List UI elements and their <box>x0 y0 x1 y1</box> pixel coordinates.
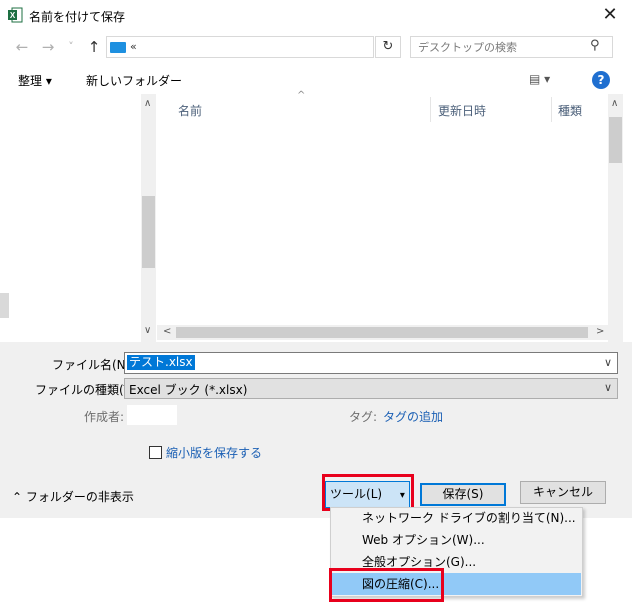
address-bar[interactable] <box>106 36 374 58</box>
column-divider[interactable] <box>430 97 431 122</box>
menu-item-web-options[interactable]: Web オプション(W)... <box>332 529 581 551</box>
cancel-button[interactable]: キャンセル <box>520 481 606 504</box>
column-header-name[interactable]: 名前 <box>178 102 202 119</box>
tags-add-link[interactable]: タグの追加 <box>383 408 443 425</box>
column-header-modified[interactable]: 更新日時 <box>438 102 486 119</box>
sort-indicator-icon: ^ <box>297 90 306 101</box>
svg-text:X: X <box>10 11 16 20</box>
filename-value[interactable]: テスト.xlsx <box>127 355 195 370</box>
thumbnail-checkbox[interactable] <box>149 446 162 459</box>
filename-label: ファイル名(N): <box>52 358 135 372</box>
scroll-up-icon[interactable]: ∧ <box>611 98 618 109</box>
search-placeholder: デスクトップの検索 <box>418 41 517 54</box>
file-list[interactable] <box>157 94 608 342</box>
filetype-dropdown-icon[interactable]: ∨ <box>604 381 612 394</box>
author-label: 作成者: <box>84 410 125 424</box>
refresh-icon[interactable]: ↻ <box>375 36 401 58</box>
forward-arrow-icon[interactable]: → <box>40 38 56 56</box>
menu-item-label: ネットワーク ドライブの割り当て(N)... <box>362 511 576 525</box>
address-text: « <box>130 40 137 53</box>
search-icon[interactable]: ⚲ <box>590 38 600 53</box>
title-bar: X 名前を付けて保存 ✕ <box>0 0 632 32</box>
new-folder-button[interactable]: 新しいフォルダー <box>86 72 182 89</box>
help-icon[interactable]: ? <box>592 71 610 89</box>
tags-label: タグ: <box>349 410 378 424</box>
filename-input[interactable] <box>124 352 618 374</box>
menu-item-label: Web オプション(W)... <box>362 533 485 547</box>
filetype-value: Excel ブック (*.xlsx) <box>129 383 248 397</box>
filename-dropdown-icon[interactable]: ∨ <box>604 356 612 369</box>
file-list-horizontal-thumb[interactable] <box>176 327 588 338</box>
highlight-box <box>322 474 414 511</box>
save-button[interactable]: 保存(S) <box>420 483 506 506</box>
excel-icon: X <box>8 7 23 23</box>
up-arrow-icon[interactable]: ↑ <box>86 38 102 56</box>
organize-button[interactable]: 整理 ▾ <box>18 72 52 89</box>
chevron-up-icon: ⌃ <box>12 490 23 504</box>
close-icon[interactable]: ✕ <box>600 5 620 25</box>
desktop-icon <box>110 42 126 53</box>
view-options-icon[interactable]: ▤ ▾ <box>529 72 550 86</box>
file-list-vertical-thumb[interactable] <box>609 117 622 163</box>
nav-pane-scroll-thumb[interactable] <box>142 196 155 268</box>
navigation-pane[interactable] <box>0 94 156 342</box>
column-header-type[interactable]: 種類 <box>558 102 582 119</box>
highlight-box <box>329 568 444 602</box>
column-divider[interactable] <box>551 97 552 122</box>
hide-folders-button[interactable]: ⌃ フォルダーの非表示 <box>12 488 134 505</box>
navigation-item[interactable] <box>0 293 9 318</box>
author-field[interactable] <box>127 405 177 425</box>
thumbnail-label[interactable]: 縮小版を保存する <box>166 444 262 461</box>
menu-item-map-network-drive[interactable]: ネットワーク ドライブの割り当て(N)... <box>332 507 581 529</box>
scroll-left-icon[interactable]: < <box>163 326 171 337</box>
scroll-up-icon[interactable]: ∧ <box>144 98 151 109</box>
recent-locations-icon[interactable]: ˅ <box>63 38 79 56</box>
back-arrow-icon[interactable]: ← <box>14 38 30 56</box>
scroll-right-icon[interactable]: > <box>596 326 604 337</box>
hide-folders-label: フォルダーの非表示 <box>25 490 134 504</box>
window-title: 名前を付けて保存 <box>29 10 126 24</box>
scroll-down-icon[interactable]: ∨ <box>144 325 151 336</box>
